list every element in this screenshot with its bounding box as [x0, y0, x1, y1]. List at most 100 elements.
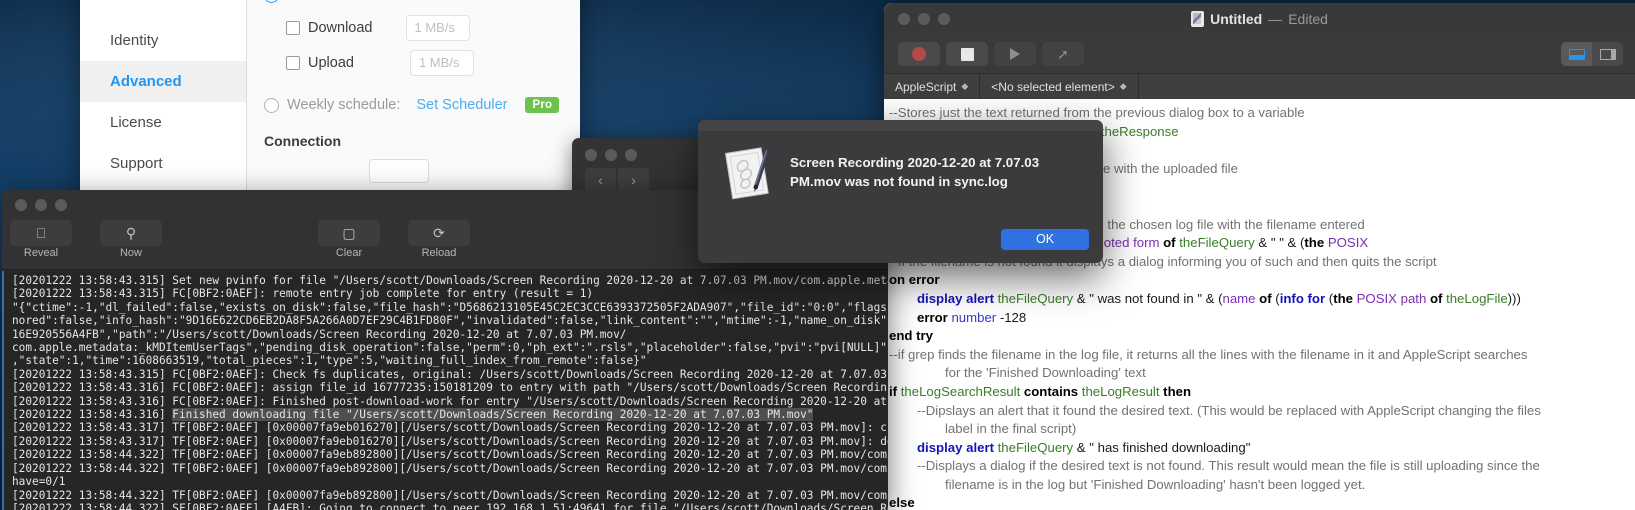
- play-icon: [1010, 48, 1020, 60]
- code-line: filename is in the log but 'Finished Dow…: [945, 476, 1366, 492]
- upload-limit-row[interactable]: Upload 1 MB/s: [286, 50, 580, 76]
- reveal-label: Reveal: [23, 247, 59, 259]
- language-popup[interactable]: AppleScript ◆: [884, 74, 981, 99]
- code-line: display alert theFileQuery & " has finis…: [917, 439, 1251, 455]
- log-line: [20201222 13:58:43.316] FC[0BF2:0AEF]: F…: [12, 394, 888, 408]
- minimize-button[interactable]: [35, 199, 47, 211]
- weekly-schedule-radio[interactable]: [264, 97, 279, 113]
- set-scheduler-link[interactable]: Set Scheduler: [416, 97, 507, 113]
- download-checkbox[interactable]: [286, 21, 300, 35]
- log-line: [20201222 13:58:43.315] Set new pvinfo f…: [12, 274, 888, 287]
- clear-icon: ▢: [318, 220, 380, 246]
- connection-row: [264, 159, 580, 183]
- view-bottom-icon[interactable]: [1561, 42, 1592, 66]
- connection-port-input[interactable]: [369, 159, 429, 183]
- download-label: Download: [308, 20, 373, 36]
- clear-button[interactable]: ▢ Clear: [318, 220, 380, 269]
- pro-badge: Pro: [525, 97, 560, 113]
- upload-checkbox[interactable]: [286, 56, 300, 70]
- close-button[interactable]: [585, 149, 597, 161]
- log-line: ,"state":1,"time":1608663519,"total_piec…: [12, 354, 647, 368]
- reveal-button[interactable]: ⎕ Reveal: [10, 220, 72, 269]
- log-line: [20201222 13:58:43.316] FC[0BF2:0AEF]: a…: [12, 381, 887, 395]
- weekly-schedule-label: Weekly schedule:: [287, 97, 401, 113]
- chevron-updown-icon: ◆: [961, 81, 969, 91]
- log-line: [20201222 13:58:43.316] Finished downloa…: [12, 408, 814, 422]
- title-separator: —: [1268, 11, 1283, 27]
- log-line: [20201222 13:58:44.322] TF[0BF2:0AEF] [0…: [12, 488, 888, 502]
- download-limit-row[interactable]: Download 1 MB/s: [286, 15, 580, 41]
- upload-rate-input[interactable]: 1 MB/s: [409, 50, 474, 76]
- maximize-button[interactable]: [625, 149, 637, 161]
- window-traffic-lights[interactable]: [15, 199, 67, 211]
- code-line: end try: [889, 328, 933, 344]
- stop-icon: [960, 47, 974, 61]
- log-line: [20201222 13:58:44.322] TF[0BF2:0AEF] [0…: [12, 461, 888, 475]
- script-editor-title: Untitled — Edited: [884, 11, 1635, 27]
- download-rate-input[interactable]: 1 MB/s: [405, 15, 470, 41]
- code-line: on error: [889, 272, 940, 288]
- script-editor-toolbar: ➚: [884, 35, 1635, 73]
- chevron-updown-icon: ◆: [1119, 81, 1127, 91]
- weekly-schedule-row[interactable]: Weekly schedule: Set Scheduler Pro: [264, 97, 580, 113]
- hammer-icon: ➚: [1057, 45, 1069, 62]
- stop-button[interactable]: [946, 42, 988, 66]
- back-icon[interactable]: ‹: [585, 168, 616, 191]
- sidebar-item-identity[interactable]: Identity: [80, 20, 246, 61]
- compile-button[interactable]: ➚: [1042, 42, 1084, 66]
- view-side-icon[interactable]: [1592, 42, 1623, 66]
- upload-label: Upload: [308, 55, 354, 71]
- element-popup[interactable]: <No selected element> ◆: [980, 74, 1139, 99]
- reload-button[interactable]: ⟳ Reload: [408, 220, 470, 269]
- view-mode-buttons[interactable]: [1561, 42, 1623, 66]
- code-line: else: [889, 495, 915, 510]
- code-line: --Dipslays an alert that it found the de…: [917, 402, 1541, 418]
- run-button[interactable]: [994, 42, 1036, 66]
- log-line: [20201222 13:58:43.317] TF[0BF2:0AEF] [0…: [12, 434, 888, 448]
- record-icon: [912, 47, 926, 61]
- code-line: error number -128: [917, 309, 1027, 325]
- clear-label: Clear: [335, 247, 363, 259]
- sidebar-item-support[interactable]: Support: [80, 143, 246, 184]
- language-label: AppleScript: [895, 79, 957, 94]
- folder-icon: ⎕: [10, 220, 72, 246]
- preferences-content: Global limit: Download 1 MB/s Upload 1 M…: [247, 0, 580, 204]
- sidebar-item-advanced[interactable]: Advanced: [80, 61, 246, 102]
- code-line: if theLogSearchResult contains theLogRes…: [889, 383, 1192, 399]
- code-line: label in the final script): [945, 421, 1077, 437]
- forward-icon[interactable]: ›: [618, 168, 649, 191]
- ok-button[interactable]: OK: [1001, 229, 1089, 250]
- code-line: --Displays a dialog if the desired text …: [917, 458, 1540, 474]
- log-line: [20201222 13:58:43.315] FC[0BF2:0AEF]: C…: [12, 367, 887, 381]
- edited-state: Edited: [1288, 11, 1328, 27]
- document-name: Untitled: [1210, 11, 1263, 27]
- log-text-area[interactable]: [20201222 13:58:43.315] Set new pvinfo f…: [2, 271, 888, 510]
- connection-heading: Connection: [264, 133, 341, 149]
- log-line: 16E920556A4FB","path":"/Users/scott/Down…: [12, 327, 627, 341]
- log-line: [20201222 13:58:44.322] TF[0BF2:0AEF] [0…: [12, 448, 888, 462]
- alert-body: Screen Recording 2020-12-20 at 7.07.03 P…: [698, 131, 1103, 205]
- now-button[interactable]: ⚲ Now: [100, 220, 162, 269]
- log-line: com.apple.metadata:_kMDItemUserTags","pe…: [12, 341, 888, 355]
- close-button[interactable]: [15, 199, 27, 211]
- element-label: <No selected element>: [991, 79, 1115, 94]
- sidebar-item-license[interactable]: License: [80, 102, 246, 143]
- alert-titlebar: [698, 120, 1103, 131]
- document-icon: [1191, 11, 1205, 27]
- log-line: "{"ctime":-1,"dl_failed":false,"exists_o…: [12, 300, 888, 314]
- alert-message: Screen Recording 2020-12-20 at 7.07.03 P…: [790, 155, 1040, 189]
- maximize-button[interactable]: [55, 199, 67, 211]
- log-line: [20201222 13:58:44.322] SF[0BF2:0AEF] [A…: [12, 501, 888, 510]
- minimize-button[interactable]: [605, 149, 617, 161]
- code-line: for the 'Finished Downloading' text: [945, 365, 1146, 381]
- log-line: [20201222 13:58:43.315] FC[0BF2:0AEF]: r…: [12, 287, 594, 301]
- global-limit-label: Global limit:: [287, 0, 363, 3]
- reload-label: Reload: [421, 247, 457, 259]
- log-line: nored":false,"info_hash":"9D16E622CD6EB2…: [12, 314, 888, 328]
- script-editor-titlebar: Untitled — Edited: [884, 3, 1635, 35]
- global-limit-radio[interactable]: [264, 0, 279, 3]
- preferences-window: Identity Advanced License Support Global…: [80, 0, 580, 204]
- record-button[interactable]: [898, 42, 940, 66]
- global-limit-row[interactable]: Global limit:: [264, 0, 580, 3]
- code-line: --if grep finds the filename in the log …: [889, 346, 1528, 362]
